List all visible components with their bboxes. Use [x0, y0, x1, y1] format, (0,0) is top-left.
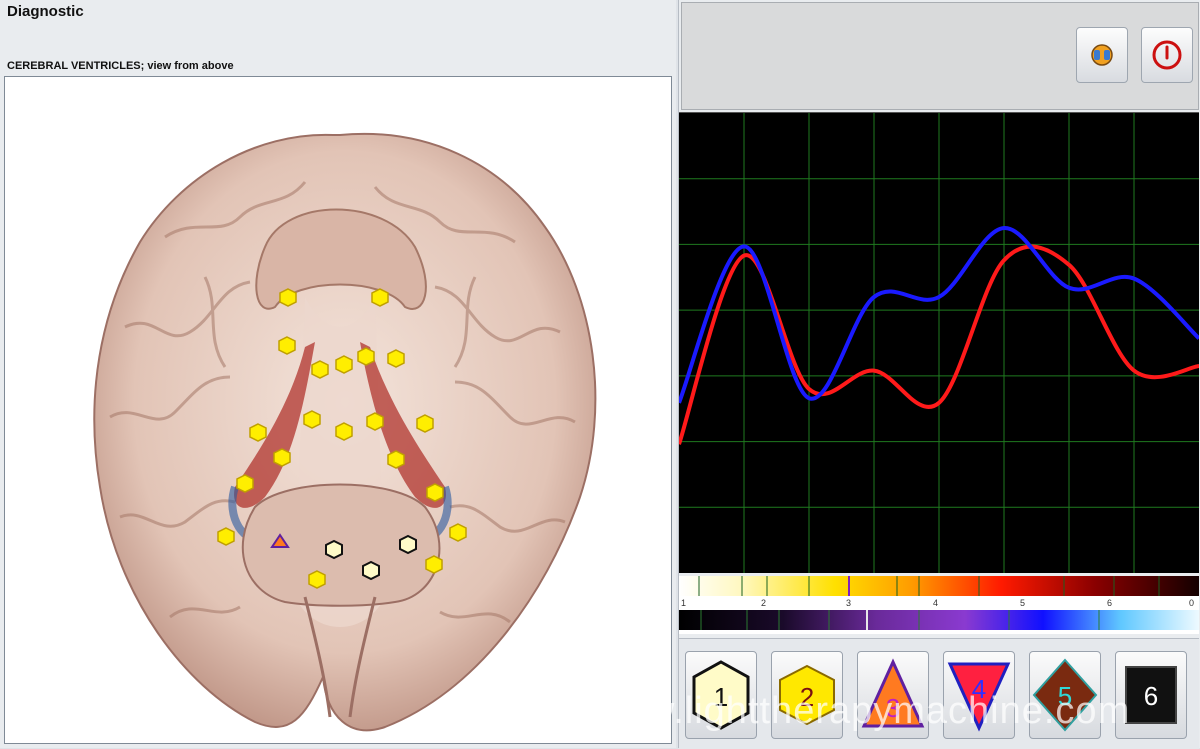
diagnostic-pane: Diagnostic CEREBRAL VENTRICLES; view fro…: [0, 0, 676, 748]
analysis-pane: 1 2 3 4 5 6 0 1 2 3 4 5 6: [677, 0, 1200, 749]
marker-hexagon: [249, 423, 267, 442]
marker-hexagon-pale: [325, 539, 343, 560]
scale-ticks: 1 2 3 4 5 6 0: [679, 598, 1199, 610]
scale-tick: 2: [761, 598, 767, 608]
marker-hexagon: [449, 523, 467, 542]
brain-image-frame: [4, 76, 672, 744]
audio-button[interactable]: [1076, 27, 1128, 83]
marker-hexagon: [387, 349, 405, 368]
brain-illustration: [93, 132, 597, 732]
power-button[interactable]: [1141, 27, 1193, 83]
color-scales: 1 2 3 4 5 6 0: [679, 576, 1199, 634]
marker-hexagon: [335, 355, 353, 374]
scale-tick: 1: [681, 598, 687, 608]
window-title: Diagnostic: [7, 3, 84, 20]
scale-tick: 4: [933, 598, 939, 608]
marker-hexagon: [371, 288, 389, 307]
cool-spectrum-bar: [679, 610, 1199, 630]
scale-tick: 0: [1189, 598, 1195, 608]
marker-hexagon: [366, 412, 384, 431]
marker-hexagon-pale: [362, 560, 380, 581]
waveform-graph: [677, 112, 1200, 573]
marker-hexagon: [279, 288, 297, 307]
marker-hexagon: [416, 414, 434, 433]
legend-number: 6: [1144, 681, 1158, 711]
watermark-text: www.lighttherapymachine.com: [590, 690, 1131, 732]
scale-tick: 6: [1107, 598, 1113, 608]
warm-spectrum-bar: [679, 576, 1199, 596]
scale-tick: 3: [846, 598, 852, 608]
scale-tick: 5: [1020, 598, 1026, 608]
marker-hexagon: [308, 570, 326, 589]
marker-hexagon: [273, 448, 291, 467]
marker-hexagon-pale: [399, 534, 417, 555]
marker-hexagon: [278, 336, 296, 355]
marker-hexagon: [357, 347, 375, 366]
control-bar: [681, 2, 1199, 110]
marker-hexagon: [236, 474, 254, 493]
waveform-plot: [677, 113, 1200, 573]
marker-hexagon: [425, 555, 443, 574]
marker-hexagon: [311, 360, 329, 379]
view-title: CEREBRAL VENTRICLES; view from above: [7, 60, 234, 72]
marker-hexagon: [217, 527, 235, 546]
marker-hexagon: [335, 422, 353, 441]
marker-hexagon: [303, 410, 321, 429]
marker-hexagon: [426, 483, 444, 502]
speaker-icon: [1091, 44, 1113, 66]
marker-hexagon: [387, 450, 405, 469]
power-icon: [1152, 40, 1182, 70]
